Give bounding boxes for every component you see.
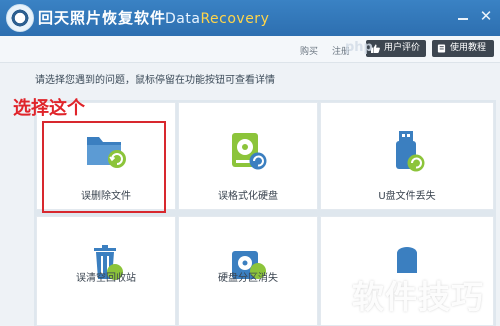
tutorial-button[interactable]: 使用教程	[432, 40, 494, 57]
lost-partition-label: 硬盘分区消失	[218, 273, 278, 284]
app-brand: DataRecovery	[165, 11, 269, 27]
hard-disk-icon	[232, 133, 267, 170]
user-review-button[interactable]: 用户评价	[366, 40, 426, 57]
selection-highlight-box	[42, 121, 166, 213]
toolbar: 购买 注册 用户评价 使用教程	[0, 36, 500, 63]
lost-partition-tile[interactable]: 硬盘分区消失	[178, 216, 318, 326]
instruction-text: 请选择您遇到的问题，鼠标停留在功能按钮可查看详情	[35, 75, 275, 86]
usb-drive-icon	[396, 131, 425, 172]
minimize-button[interactable]	[455, 9, 471, 23]
formatted-disk-tile[interactable]: 误格式化硬盘	[178, 102, 318, 210]
close-button[interactable]: ✕	[478, 9, 494, 24]
buy-link[interactable]: 购买	[300, 44, 318, 57]
app-title: 回天照片恢复软件	[38, 9, 167, 27]
usb-lost-label: U盘文件丢失	[378, 191, 436, 202]
annotation-text: 选择这个	[13, 98, 85, 119]
tutorial-label: 使用教程	[450, 43, 487, 53]
app-logo-icon	[6, 4, 34, 32]
user-review-label: 用户评价	[384, 43, 421, 53]
emptied-recycle-bin-tile[interactable]: 误清空回收站	[36, 216, 176, 326]
brand-data: Data	[165, 11, 201, 27]
title-bar: 回天照片恢复软件 DataRecovery ✕	[0, 0, 500, 36]
minimize-icon	[458, 18, 468, 20]
formatted-disk-label: 误格式化硬盘	[218, 191, 278, 202]
watermark-text: 软件技巧	[352, 278, 485, 316]
usb-lost-tile[interactable]: U盘文件丢失	[320, 102, 494, 210]
brand-recovery: Recovery	[200, 11, 270, 27]
site-watermark: php	[345, 40, 373, 55]
book-icon	[437, 44, 446, 53]
emptied-recycle-bin-label: 误清空回收站	[76, 273, 136, 284]
